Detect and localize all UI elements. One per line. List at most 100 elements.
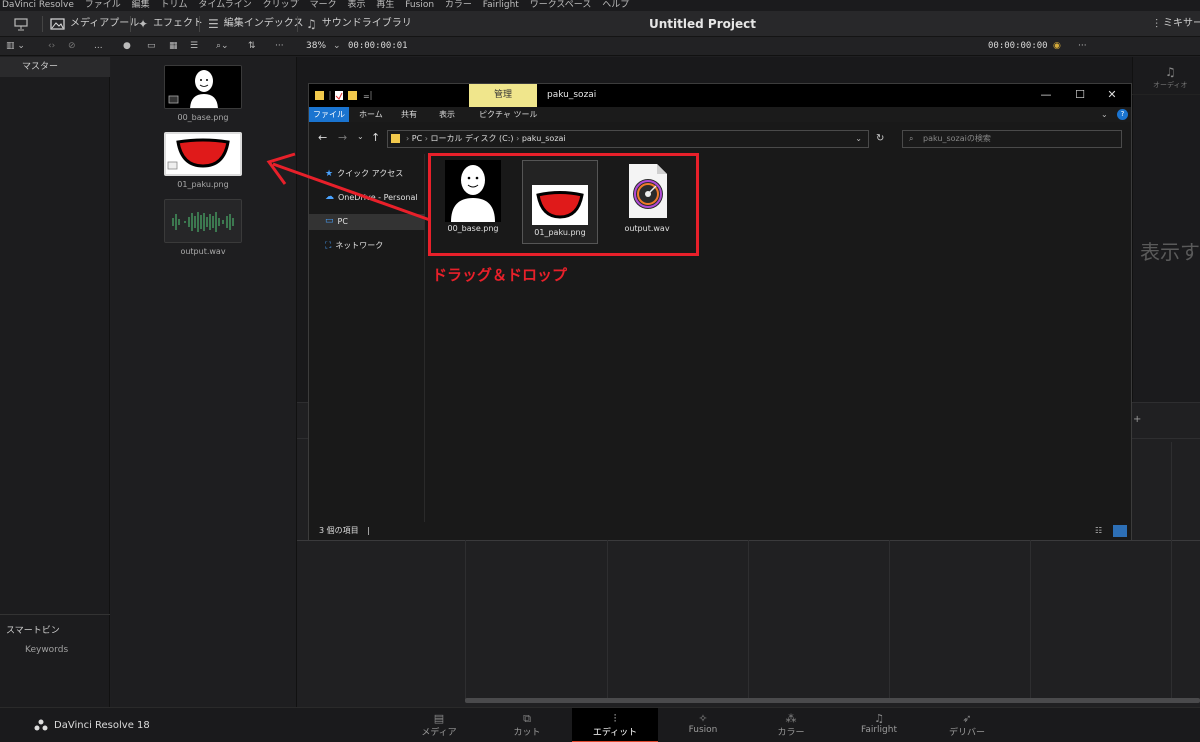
red-mouth-icon [166, 134, 240, 174]
page-tab-deliver[interactable]: ➶ デリバー [924, 708, 1010, 742]
menu-davinci[interactable]: DaVinci Resolve [2, 0, 74, 10]
panel-toggle-icon[interactable]: ▥ ⌄ [6, 37, 25, 55]
color-wheel-icon[interactable]: ◉ [1053, 37, 1061, 55]
page-tab-label: カット [513, 728, 541, 738]
path-separator-icon: › [513, 134, 522, 143]
track-divider [465, 540, 466, 700]
menu-color[interactable]: カラー [445, 0, 472, 10]
menu-edit[interactable]: 編集 [132, 0, 150, 10]
effects-button[interactable]: ✦ エフェクト [138, 16, 203, 32]
toolbar-divider [199, 16, 200, 32]
menu-clip[interactable]: クリップ [263, 0, 299, 10]
drag-arrow-icon [266, 152, 431, 222]
expand-ribbon-icon[interactable]: ⌄ [1101, 107, 1108, 122]
menu-view[interactable]: 表示 [347, 0, 365, 10]
toolbar-divider [297, 16, 298, 32]
add-track-icon[interactable]: + [1133, 414, 1141, 425]
monitor-button[interactable] [14, 16, 28, 32]
path-segment-folder[interactable]: paku_sozai [522, 134, 566, 143]
mixer-button[interactable]: ⫶ ミキサー [1155, 16, 1200, 32]
refresh-icon[interactable]: ↻ [876, 133, 884, 144]
recent-locations-icon[interactable]: ⌄ [357, 132, 364, 141]
timeline-scrollbar[interactable] [465, 698, 1200, 703]
page-tab-label: エディット [592, 728, 638, 738]
ribbon-tab-home[interactable]: ホーム [359, 107, 383, 122]
thumbnail-view-icon[interactable]: ▦ [169, 37, 178, 55]
audio-tab[interactable]: ♫ オーディオ [1123, 65, 1200, 95]
menu-timeline[interactable]: タイムライン [198, 0, 251, 10]
help-icon[interactable]: ? [1117, 109, 1128, 120]
menu-mark[interactable]: マーク [310, 0, 337, 10]
quick-access-toolbar-icon[interactable]: = [314, 89, 374, 102]
clip-thumbnail-audio[interactable] [164, 199, 242, 243]
minimize-icon[interactable]: — [1035, 87, 1057, 103]
panel-divider [0, 614, 110, 615]
menu-fusion[interactable]: Fusion [405, 0, 434, 10]
up-arrow-icon[interactable]: ↑ [371, 131, 380, 144]
large-icons-view-icon[interactable] [1113, 525, 1127, 537]
page-tab-fairlight[interactable]: ♫ Fairlight [836, 708, 922, 742]
page-tab-color[interactable]: ⁂ カラー [748, 708, 834, 742]
details-view-icon[interactable]: ☷ [1095, 522, 1102, 540]
ribbon-tab-file[interactable]: ファイル [309, 107, 349, 122]
master-bin[interactable]: マスター [0, 57, 110, 77]
page-tab-label: Fairlight [860, 725, 897, 735]
edit-index-button[interactable]: ☰ 編集インデックス [208, 16, 303, 32]
explorer-ribbon: ファイル ホーム 共有 表示 ピクチャ ツール ⌄ ? [309, 107, 1131, 122]
sort-icon[interactable]: ⇅ [248, 37, 256, 55]
menu-help[interactable]: ヘルプ [602, 0, 629, 10]
address-dropdown-icon[interactable]: ⌄ [855, 131, 862, 147]
sound-library-button[interactable]: ♫ サウンドライブラリ [306, 16, 412, 32]
media-pool-button[interactable]: メディアプール [50, 16, 139, 32]
fusion-icon: ✧ [698, 712, 708, 725]
zoom-dropdown-icon[interactable]: ⌄ [333, 37, 341, 55]
sound-library-label: サウンドライブラリ [321, 18, 412, 29]
address-bar[interactable]: › PC › ローカル ディスク (C:) › paku_sozai ⌄ [387, 130, 869, 148]
page-tab-edit[interactable]: ⫶ エディット [572, 708, 658, 742]
close-icon[interactable]: ✕ [1101, 87, 1123, 103]
menu-playback[interactable]: 再生 [376, 0, 394, 10]
forward-arrow-icon[interactable]: → [338, 131, 347, 144]
right-inspector-strip: ♫ オーディオ [1123, 57, 1200, 402]
search-icon[interactable]: ⌕⌄ [216, 37, 229, 55]
overflow-menu-button[interactable]: ··· [1078, 37, 1087, 55]
smart-bin-header[interactable]: スマートビン [6, 623, 60, 636]
manage-tab[interactable]: 管理 [469, 84, 537, 107]
path-segment-pc[interactable]: PC [412, 134, 422, 143]
search-input[interactable]: ⌕ paku_sozaiの検索 [902, 130, 1122, 148]
maximize-icon[interactable]: ☐ [1069, 87, 1091, 103]
more-menu-button[interactable]: ··· [275, 37, 284, 55]
more-options-button[interactable]: ... [94, 37, 103, 55]
nav-back-icon[interactable]: ‹› [48, 37, 55, 55]
record-dot-icon[interactable]: ● [123, 37, 131, 55]
search-placeholder: paku_sozaiの検索 [923, 134, 991, 143]
ribbon-tab-view[interactable]: 表示 [439, 107, 455, 122]
page-tab-fusion[interactable]: ✧ Fusion [660, 708, 746, 742]
network-icon: ⛶ [325, 240, 332, 251]
ribbon-tab-share[interactable]: 共有 [401, 107, 417, 122]
clip-label: output.wav [180, 247, 226, 256]
ribbon-tab-picture-tools[interactable]: ピクチャ ツール [479, 107, 537, 122]
clip-thumbnail-base[interactable] [164, 65, 242, 109]
page-tab-media[interactable]: ▤ メディア [396, 708, 482, 742]
link-icon[interactable]: ⊘ [68, 37, 76, 55]
zoom-level[interactable]: 38% [306, 37, 326, 55]
path-segment-disk[interactable]: ローカル ディスク (C:) [430, 134, 513, 143]
nav-network[interactable]: ⛶ ネットワーク [325, 240, 383, 251]
menu-workspace[interactable]: ワークスペース [530, 0, 592, 10]
clip-thumbnail-paku[interactable] [164, 132, 242, 176]
menu-trim[interactable]: トリム [161, 0, 188, 10]
page-navigation-bar: DaVinci Resolve 18 ▤ メディア ⧉ カット ⫶ エディット ✧ Fu… [0, 707, 1200, 742]
back-arrow-icon[interactable]: ← [318, 131, 327, 144]
page-tab-cut[interactable]: ⧉ カット [484, 708, 570, 742]
menu-file[interactable]: ファイル [85, 0, 121, 10]
clip-label: 00_base.png [177, 113, 229, 122]
menu-fairlight[interactable]: Fairlight [483, 0, 519, 10]
keywords-bin[interactable]: Keywords [25, 645, 68, 655]
list-view-icon[interactable]: ☰ [190, 37, 198, 55]
explorer-title-bar[interactable]: = 管理 paku_sozai — ☐ ✕ [309, 84, 1131, 107]
app-brand-label: DaVinci Resolve 18 [54, 719, 150, 731]
metadata-view-icon[interactable]: ▭ [147, 37, 156, 55]
image-icon [50, 18, 65, 30]
track-divider [748, 540, 749, 700]
